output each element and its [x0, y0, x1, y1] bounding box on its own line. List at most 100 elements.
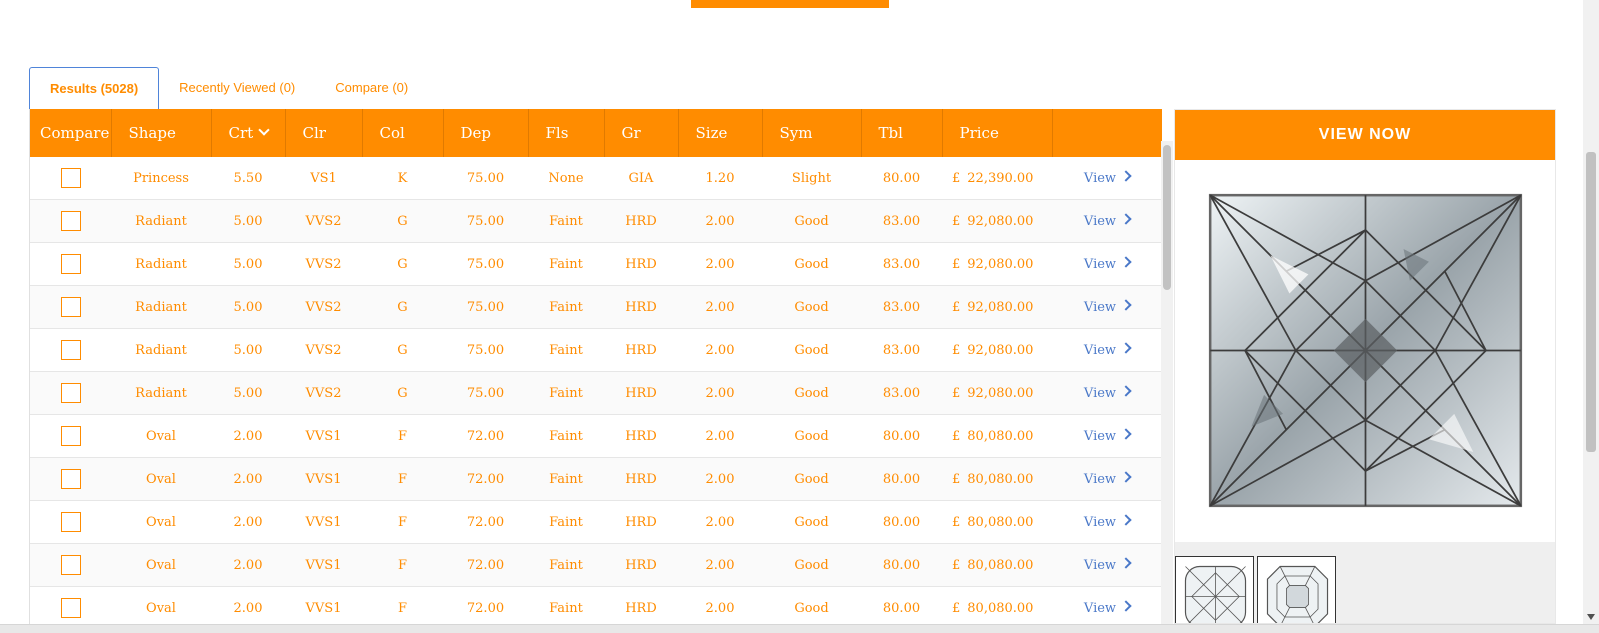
view-link[interactable]: View [1083, 341, 1132, 358]
compare-checkbox[interactable] [60, 598, 81, 618]
compare-checkbox[interactable] [60, 512, 81, 532]
cell-shape: Radiant [111, 371, 211, 415]
compare-checkbox[interactable] [60, 555, 81, 575]
tab-compare[interactable]: Compare (0) [315, 67, 428, 109]
cell-shape: Oval [111, 500, 211, 544]
view-link[interactable]: View [1084, 513, 1132, 530]
results-tabs: Results (5028) Recently Viewed (0) Compa… [29, 67, 428, 109]
preview-panel: VIEW NOW [1174, 109, 1556, 624]
compare-checkbox[interactable] [60, 254, 81, 274]
cell-fls: None [528, 157, 604, 200]
cell-clr: VS1 [285, 157, 362, 200]
cell-clr: VVS1 [285, 457, 362, 501]
action-cell: View [1052, 586, 1162, 624]
cell-fls: Faint [528, 414, 604, 458]
compare-checkbox[interactable] [60, 340, 81, 360]
tab-results[interactable]: Results (5028) [29, 67, 160, 109]
col-header-gr[interactable]: Gr [604, 109, 679, 157]
col-header-fls[interactable]: Fls [528, 109, 605, 157]
col-header-col[interactable]: Col [362, 109, 444, 157]
col-header-dep[interactable]: Dep [443, 109, 529, 157]
view-link[interactable]: View [1084, 427, 1132, 444]
tab-recently-viewed[interactable]: Recently Viewed (0) [159, 67, 315, 109]
compare-checkbox[interactable] [60, 297, 81, 317]
cell-crt: 5.00 [211, 371, 285, 415]
page-scrollbar-thumb[interactable] [1586, 152, 1596, 452]
table-row: Oval 2.00 VVS1 F 72.00 Faint HRD 2.00 Good 80.00 £… [30, 586, 1162, 624]
action-cell: View [1052, 543, 1162, 587]
top-orange-bar [691, 0, 889, 8]
cell-clr: VVS2 [285, 285, 362, 329]
cell-price: £80,080.00 [942, 500, 1052, 544]
compare-checkbox[interactable] [60, 168, 81, 188]
cell-price: £80,080.00 [942, 414, 1052, 458]
thumbnail-cushion[interactable] [1175, 556, 1254, 623]
price-value: 92,080.00 [967, 256, 1034, 272]
compare-cell [30, 242, 111, 286]
view-now-button[interactable]: VIEW NOW [1175, 110, 1555, 160]
compare-cell [30, 543, 111, 587]
cell-tbl: 80.00 [861, 414, 942, 458]
compare-checkbox[interactable] [60, 383, 81, 403]
currency-symbol: £ [952, 213, 961, 229]
cell-gr: HRD [604, 328, 678, 372]
cell-gr: HRD [604, 500, 678, 544]
table-row: Radiant 5.00 VVS2 G 75.00 Faint HRD 2.00 Good 83.… [30, 199, 1162, 243]
col-header-price[interactable]: Price [942, 109, 1053, 157]
action-cell: View [1052, 457, 1162, 501]
thumbnail-asscher[interactable] [1257, 556, 1336, 623]
currency-symbol: £ [952, 385, 961, 401]
col-header-sym[interactable]: Sym [762, 109, 862, 157]
currency-symbol: £ [952, 170, 961, 186]
cell-size: 2.00 [678, 371, 762, 415]
col-header-compare[interactable]: Compare [30, 109, 112, 157]
table-scrollbar[interactable] [1161, 141, 1173, 624]
view-link[interactable]: View [1084, 169, 1132, 186]
price-value: 92,080.00 [967, 385, 1034, 401]
col-header-crt[interactable]: Crt [211, 109, 286, 157]
chevron-right-icon [1120, 298, 1132, 311]
cell-sym: Good [762, 500, 861, 544]
cell-gr: HRD [604, 285, 678, 329]
cell-crt: 2.00 [211, 414, 285, 458]
compare-checkbox[interactable] [60, 211, 81, 231]
col-header-tbl[interactable]: Tbl [861, 109, 943, 157]
view-label: View [1083, 342, 1117, 358]
currency-symbol: £ [952, 428, 961, 444]
view-link[interactable]: View [1084, 470, 1132, 487]
view-link[interactable]: View [1084, 212, 1132, 229]
cell-col: F [362, 457, 443, 501]
cell-gr: HRD [604, 586, 678, 624]
price-value: 80,080.00 [967, 471, 1034, 487]
col-header-shape[interactable]: Shape [111, 109, 212, 157]
view-link[interactable]: View [1084, 298, 1132, 315]
compare-checkbox[interactable] [60, 469, 81, 489]
currency-symbol: £ [952, 600, 961, 616]
cell-price: £80,080.00 [942, 543, 1052, 587]
view-link[interactable]: View [1084, 384, 1132, 401]
view-link[interactable]: View [1084, 556, 1132, 573]
chevron-right-icon [1120, 341, 1132, 354]
view-link[interactable]: View [1084, 599, 1132, 616]
cell-shape: Radiant [111, 199, 211, 243]
price-value: 92,080.00 [967, 342, 1034, 358]
scroll-down-arrow-icon[interactable] [1587, 614, 1595, 620]
cell-crt: 2.00 [211, 500, 285, 544]
cell-tbl: 80.00 [861, 543, 942, 587]
view-link[interactable]: View [1084, 255, 1132, 272]
page-scrollbar[interactable] [1583, 0, 1599, 624]
cell-gr: HRD [604, 371, 678, 415]
compare-checkbox[interactable] [60, 426, 81, 446]
col-header-clr[interactable]: Clr [285, 109, 363, 157]
col-header-size[interactable]: Size [678, 109, 763, 157]
compare-cell [30, 500, 111, 544]
cell-dep: 72.00 [443, 457, 528, 501]
cell-size: 2.00 [678, 199, 762, 243]
horizontal-scrollbar[interactable] [0, 624, 1599, 633]
cell-col: G [362, 199, 443, 243]
cell-gr: HRD [604, 199, 678, 243]
cell-size: 2.00 [678, 328, 762, 372]
table-scrollbar-thumb[interactable] [1163, 145, 1171, 290]
table-header-row: Compare Shape Crt Clr Col Dep Fls Gr Siz… [30, 109, 1162, 157]
action-cell: View [1052, 199, 1162, 243]
